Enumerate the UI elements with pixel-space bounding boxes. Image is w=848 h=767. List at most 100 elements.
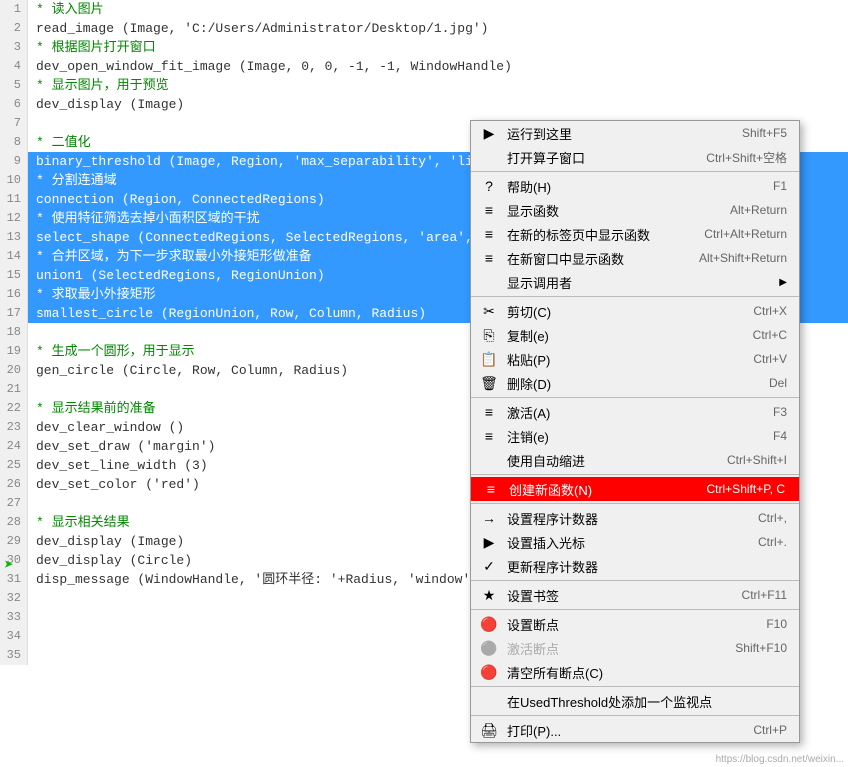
line-number: 2 — [0, 19, 28, 38]
menu-shortcut: Ctrl+Shift+空格 — [706, 149, 787, 166]
submenu-arrow-icon: ▶ — [779, 277, 787, 288]
menu-item-help[interactable]: ?帮助(H)F1 — [471, 174, 799, 198]
menu-label: 清空所有断点(C) — [507, 663, 787, 682]
menu-separator — [471, 296, 799, 297]
menu-item-run-here[interactable]: ▶ 运行到这里 Shift+F5 — [471, 121, 799, 145]
menu-shortcut: Ctrl+P — [753, 723, 787, 737]
menu-item-copy[interactable]: ⎘ 复制(e) Ctrl+C — [471, 323, 799, 347]
menu-label: 在新的标签页中显示函数 — [507, 225, 684, 244]
line-number: 4 — [0, 57, 28, 76]
code-line: 2read_image (Image, 'C:/Users/Administra… — [0, 19, 848, 38]
menu-label: 帮助(H) — [507, 177, 753, 196]
menu-item-print[interactable]: 🖨打印(P)...Ctrl+P — [471, 718, 799, 742]
line-number: 14 — [0, 247, 28, 266]
line-number: 15 — [0, 266, 28, 285]
program-counter-arrow: ➤ — [4, 555, 14, 575]
line-number: 1 — [0, 0, 28, 19]
menu-item-clear-all-bp[interactable]: 🔴清空所有断点(C) — [471, 660, 799, 684]
menu-label: 设置程序计数器 — [507, 509, 738, 528]
menu-shortcut: Ctrl+X — [753, 304, 787, 318]
menu-label: 激活(A) — [507, 403, 753, 422]
menu-icon: 🗑 — [479, 375, 499, 392]
line-number: 6 — [0, 95, 28, 114]
line-content: * 读入图片 — [28, 0, 848, 19]
menu-shortcut: Ctrl+C — [753, 328, 787, 342]
menu-shortcut: Ctrl+Alt+Return — [704, 227, 787, 241]
menu-item-paste[interactable]: 📋粘贴(P)Ctrl+V — [471, 347, 799, 371]
code-line: 4dev_open_window_fit_image (Image, 0, 0,… — [0, 57, 848, 76]
menu-icon: ⎘ — [479, 327, 499, 344]
menu-shortcut: Alt+Return — [730, 203, 787, 217]
menu-item-show-callers[interactable]: 显示调用者▶ — [471, 270, 799, 294]
line-number: 20 — [0, 361, 28, 380]
line-number: 23 — [0, 418, 28, 437]
menu-label: 更新程序计数器 — [507, 557, 787, 576]
menu-icon: ? — [479, 178, 499, 194]
menu-label: 打印(P)... — [507, 721, 733, 740]
line-number: 27 — [0, 494, 28, 513]
menu-item-activate-bp[interactable]: ⚫激活断点Shift+F10 — [471, 636, 799, 660]
line-number: 24 — [0, 437, 28, 456]
menu-item-set-breakpoint[interactable]: 🔴设置断点F10 — [471, 612, 799, 636]
line-number: 10 — [0, 171, 28, 190]
menu-item-update-counter[interactable]: ✓更新程序计数器 — [471, 554, 799, 578]
line-number: 25 — [0, 456, 28, 475]
line-number: 35 — [0, 646, 28, 665]
menu-item-cut[interactable]: ✂剪切(C)Ctrl+X — [471, 299, 799, 323]
line-number: 32 — [0, 589, 28, 608]
menu-item-create-func[interactable]: ≡创建新函数(N)Ctrl+Shift+P, C — [471, 477, 799, 501]
menu-shortcut: Ctrl+F11 — [742, 588, 787, 602]
line-number: 19 — [0, 342, 28, 361]
menu-item-add-watch[interactable]: 在UsedThreshold处添加一个监视点 — [471, 689, 799, 713]
menu-item-show-in-new-tab[interactable]: ≡ 在新的标签页中显示函数 Ctrl+Alt+Return — [471, 222, 799, 246]
menu-icon: ≡ — [481, 481, 501, 497]
menu-shortcut: Ctrl+V — [753, 352, 787, 366]
code-line: 1* 读入图片 — [0, 0, 848, 19]
menu-separator — [471, 580, 799, 581]
line-content: * 根据图片打开窗口 — [28, 38, 848, 57]
line-number: 28 — [0, 513, 28, 532]
line-number: 18 — [0, 323, 28, 342]
menu-icon: ≡ — [479, 250, 499, 266]
watermark: https://blog.csdn.net/weixin... — [716, 754, 844, 765]
line-number: 3 — [0, 38, 28, 57]
menu-shortcut: Shift+F5 — [742, 126, 787, 140]
line-content: dev_display (Image) — [28, 95, 848, 114]
line-number: 13 — [0, 228, 28, 247]
menu-separator — [471, 609, 799, 610]
line-content: dev_open_window_fit_image (Image, 0, 0, … — [28, 57, 848, 76]
menu-icon: ▶ — [479, 125, 499, 142]
menu-shortcut: F3 — [773, 405, 787, 419]
line-content: * 显示图片，用于预览 — [28, 76, 848, 95]
menu-shortcut: F10 — [766, 617, 787, 631]
menu-icon: ≡ — [479, 404, 499, 420]
menu-item-comment[interactable]: ≡注销(e)F4 — [471, 424, 799, 448]
menu-icon: ≡ — [479, 226, 499, 242]
menu-label: 创建新函数(N) — [509, 480, 687, 499]
menu-shortcut: Ctrl+. — [758, 535, 787, 549]
menu-shortcut: Alt+Shift+Return — [699, 251, 787, 265]
line-number: 26 — [0, 475, 28, 494]
menu-item-delete[interactable]: 🗑删除(D)Del — [471, 371, 799, 395]
line-number: 5 — [0, 76, 28, 95]
line-number: 21 — [0, 380, 28, 399]
menu-label: 设置插入光标 — [507, 533, 738, 552]
menu-item-show-in-new-win[interactable]: ≡在新窗口中显示函数Alt+Shift+Return — [471, 246, 799, 270]
menu-item-set-bookmark[interactable]: ★设置书签Ctrl+F11 — [471, 583, 799, 607]
menu-item-set-counter[interactable]: →设置程序计数器Ctrl+, — [471, 506, 799, 530]
menu-item-open-sub[interactable]: 打开算子窗口Ctrl+Shift+空格 — [471, 145, 799, 169]
menu-item-show-func[interactable]: ≡显示函数Alt+Return — [471, 198, 799, 222]
line-number: 12 — [0, 209, 28, 228]
menu-item-auto-indent[interactable]: 使用自动缩进Ctrl+Shift+I — [471, 448, 799, 472]
menu-icon: 📋 — [479, 351, 499, 368]
code-line: 5* 显示图片，用于预览 — [0, 76, 848, 95]
menu-item-set-insert[interactable]: ▶设置插入光标Ctrl+. — [471, 530, 799, 554]
menu-label: 运行到这里 — [507, 124, 722, 143]
menu-label: 复制(e) — [507, 326, 733, 345]
menu-label: 显示函数 — [507, 201, 710, 220]
line-number: 17 — [0, 304, 28, 323]
context-menu[interactable]: ▶ 运行到这里 Shift+F5 打开算子窗口Ctrl+Shift+空格? 帮助(H) F… — [470, 120, 800, 743]
menu-label: 在UsedThreshold处添加一个监视点 — [507, 692, 787, 711]
menu-icon: ≡ — [479, 428, 499, 444]
menu-item-activate[interactable]: ≡ 激活(A) F3 — [471, 400, 799, 424]
